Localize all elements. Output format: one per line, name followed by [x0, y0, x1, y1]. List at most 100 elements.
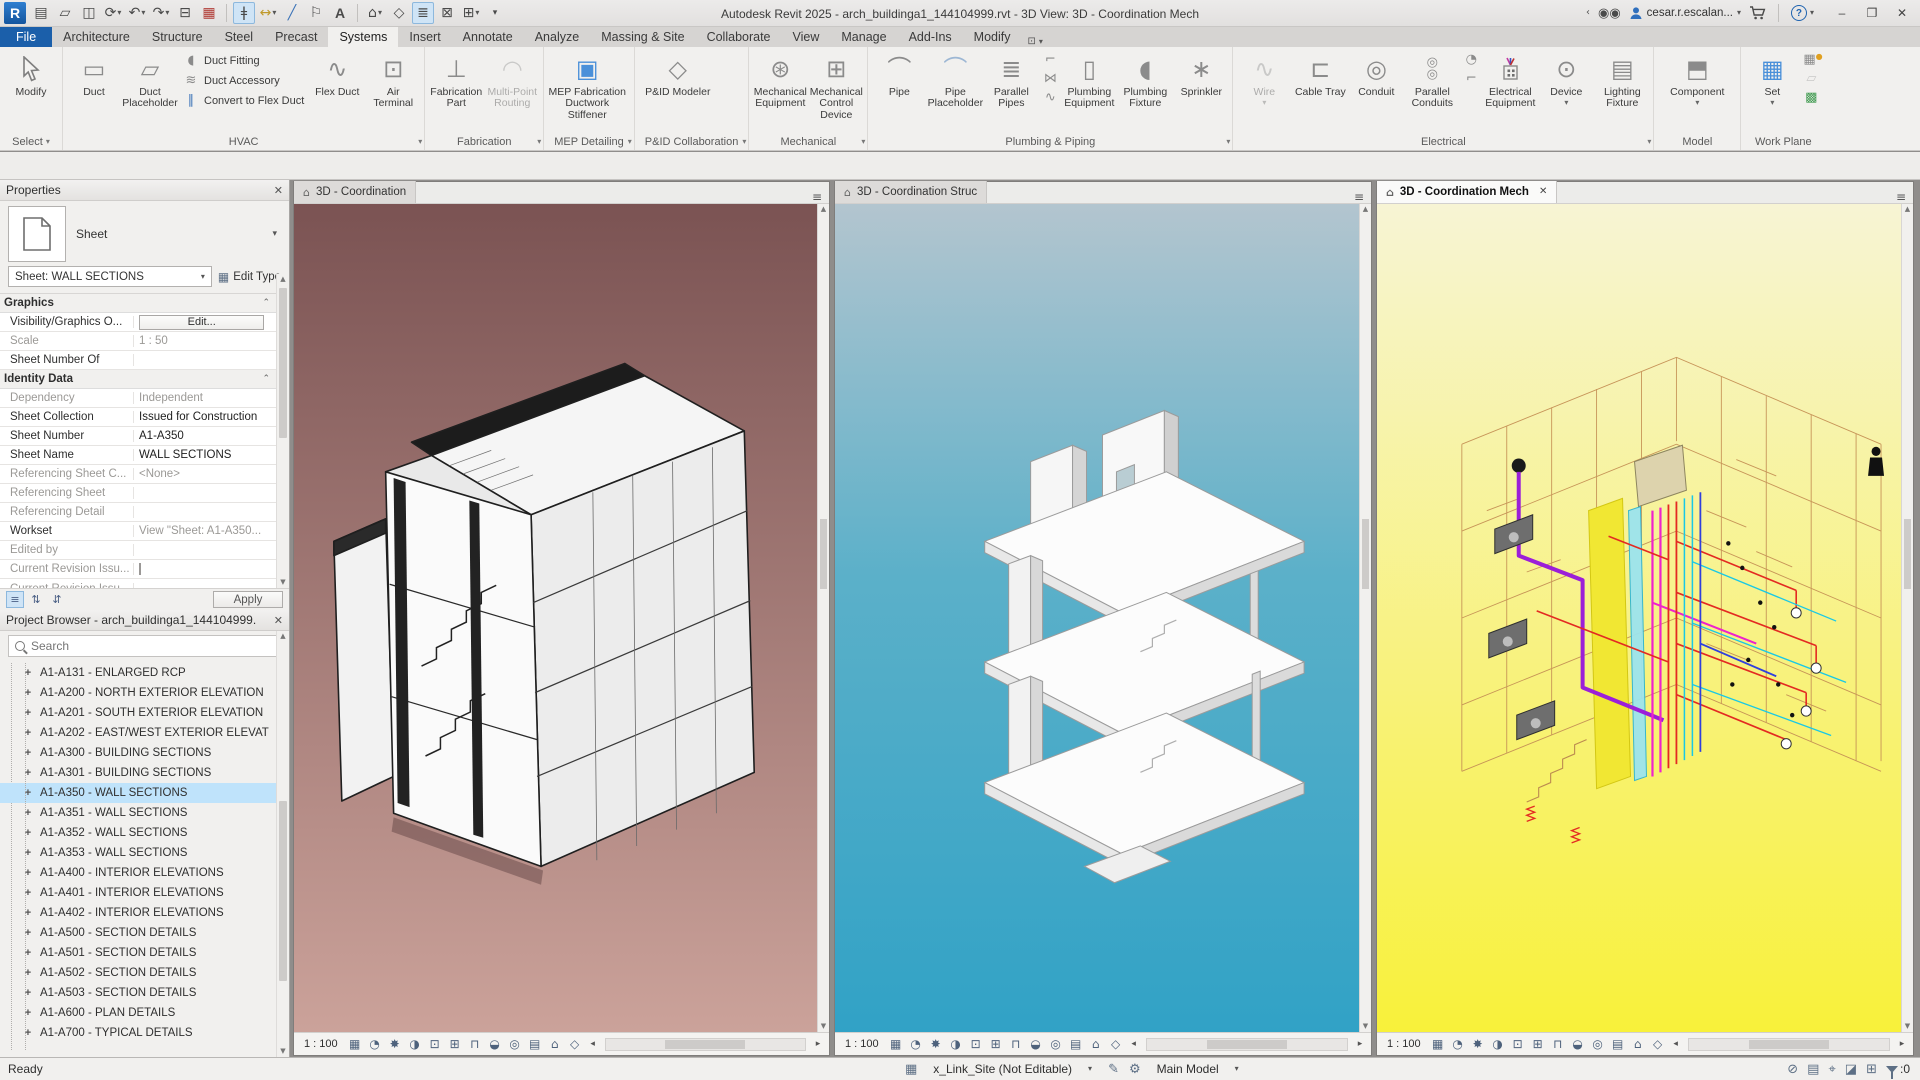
undo-icon[interactable]: ↶ ▾ [126, 2, 148, 24]
panel-label-plumbing[interactable]: Plumbing & Piping ▾ [868, 133, 1232, 150]
restore-button[interactable]: ❐ [1858, 2, 1886, 24]
duct-placeholder-button[interactable]: ▱ Duct Placeholder [122, 50, 177, 133]
temporary-hide-isolate-icon[interactable]: ◒ [486, 1035, 504, 1053]
scroll-right-icon[interactable]: ▸ [811, 1037, 825, 1051]
plumbing-equipment-button[interactable]: ▯ Plumbing Equipment [1062, 50, 1116, 133]
tab-manage[interactable]: Manage [830, 27, 897, 47]
tab-analyze[interactable]: Analyze [524, 27, 590, 47]
redo-icon[interactable]: ↷ ▾ [150, 2, 172, 24]
sheet-item[interactable]: + A1-A201 - SOUTH EXTERIOR ELEVATION [0, 703, 289, 723]
fabrication-part-button[interactable]: ⊥ Fabrication Part [429, 50, 483, 133]
mechanical-equipment-button[interactable]: ⊛ Mechanical Equipment [753, 50, 807, 133]
tab-massing-site[interactable]: Massing & Site [590, 27, 695, 47]
sun-path-icon[interactable]: ✸ [927, 1035, 945, 1053]
property-row[interactable]: Dependency Independent [0, 389, 276, 408]
sun-path-icon[interactable]: ✸ [386, 1035, 404, 1053]
worksets-icon[interactable]: ▦ [905, 1063, 917, 1076]
chevron-down-icon[interactable]: ▾ [1039, 38, 1043, 46]
property-row[interactable]: Edited by [0, 541, 276, 560]
set-work-plane-button[interactable]: ▦ Set ▾ [1745, 50, 1799, 133]
close-inactive-views-icon[interactable]: ▦ [198, 2, 220, 24]
sheet-item[interactable]: + A1-A202 - EAST/WEST EXTERIOR ELEVAT [0, 723, 289, 743]
account-menu[interactable]: cesar.r.escalan... ▾ [1629, 6, 1741, 20]
lock-3d-view-icon[interactable]: ⊓ [1549, 1035, 1567, 1053]
reveal-hidden-elements-icon[interactable]: ◎ [1589, 1035, 1607, 1053]
properties-title-bar[interactable]: Properties ✕ [0, 180, 289, 201]
horizontal-scrollbar[interactable] [604, 1037, 806, 1051]
panel-label-hvac[interactable]: HVAC ▾ [63, 133, 424, 150]
electrical-equipment-button[interactable]: Electrical Equipment [1483, 50, 1537, 133]
temporary-view-properties-icon[interactable]: ▤ [1067, 1035, 1085, 1053]
properties-filter-icon[interactable]: ≡ [6, 591, 24, 608]
property-row[interactable]: Referencing Detail [0, 503, 276, 522]
vg-edit-button[interactable]: Edit... [139, 314, 265, 330]
crop-view-icon[interactable]: ⊡ [426, 1035, 444, 1053]
pipe-fitting-icon[interactable]: ⌐ [1042, 53, 1058, 68]
crop-view-icon[interactable]: ⊡ [1509, 1035, 1527, 1053]
panel-label-pid[interactable]: P&ID Collaboration ▾ [635, 133, 749, 150]
shadows-icon[interactable]: ◑ [406, 1035, 424, 1053]
sync-with-central-icon[interactable]: ⟳ ▾ [102, 2, 124, 24]
open-file-icon[interactable]: ▱ [54, 2, 76, 24]
cable-tray-button[interactable]: ⊏ Cable Tray [1293, 50, 1347, 133]
panel-label-mep-detailing[interactable]: MEP Detailing ▾ [544, 133, 634, 150]
property-row[interactable]: Sheet Collection Issued for Construction [0, 408, 276, 427]
horizontal-scrollbar[interactable] [1145, 1037, 1348, 1051]
tab-file[interactable]: File [0, 27, 53, 47]
tab-modify[interactable]: Modify [963, 27, 1022, 47]
visual-style-icon[interactable]: ◔ [907, 1035, 925, 1053]
sheet-item[interactable]: + A1-A300 - BUILDING SECTIONS [0, 743, 289, 763]
collapse-search-icon[interactable]: ‹ [1586, 8, 1590, 18]
sheet-item[interactable]: + A1-A353 - WALL SECTIONS [0, 843, 289, 863]
pipe-placeholder-button[interactable]: ⌒ Pipe Placeholder [928, 50, 983, 133]
sheet-item[interactable]: + A1-A402 - INTERIOR ELEVATIONS [0, 903, 289, 923]
scroll-left-icon[interactable]: ◂ [586, 1037, 600, 1051]
tab-precast[interactable]: Precast [264, 27, 328, 47]
close-hidden-windows-icon[interactable]: ⊠ [436, 2, 458, 24]
tab-systems[interactable]: Systems [328, 27, 399, 47]
property-row[interactable]: Workset View "Sheet: A1-A350... [0, 522, 276, 541]
sheet-item[interactable]: + A1-A502 - SECTION DETAILS [0, 963, 289, 983]
select-pinned-icon[interactable]: ⌖ [1828, 1063, 1835, 1076]
modify-button[interactable]: Modify [4, 50, 58, 133]
measure-icon[interactable]: ǂ [233, 2, 255, 24]
apply-button[interactable]: Apply [213, 591, 283, 608]
help-menu[interactable]: ? ▾ [1790, 5, 1814, 21]
scroll-left-icon[interactable]: ◂ [1669, 1037, 1683, 1051]
viewport[interactable]: ▲ ▼ [294, 204, 829, 1032]
detail-line-icon[interactable]: ╱ [281, 2, 303, 24]
sort-ascending-icon[interactable]: ⇅ [27, 591, 45, 608]
section-identity-data[interactable]: Identity Data ⌃ [0, 370, 276, 389]
sheet-item[interactable]: + A1-A501 - SECTION DETAILS [0, 943, 289, 963]
current-revision-checkbox[interactable] [139, 563, 141, 575]
device-button[interactable]: ⊙ Device ▾ [1539, 50, 1593, 133]
view-scale[interactable]: 1 : 100 [839, 1038, 885, 1050]
parallel-conduits-button[interactable]: ◎ ◎ Parallel Conduits [1405, 50, 1459, 133]
visual-style-icon[interactable]: ◔ [366, 1035, 384, 1053]
shadows-icon[interactable]: ◑ [1489, 1035, 1507, 1053]
view-scale[interactable]: 1 : 100 [298, 1038, 344, 1050]
active-workset-dropdown[interactable]: x_Link_Site (Not Editable) ▾ [927, 1061, 1098, 1077]
tag-by-category-icon[interactable]: ⚐ [305, 2, 327, 24]
tab-annotate[interactable]: Annotate [452, 27, 524, 47]
design-option-dropdown[interactable]: Main Model ▾ [1151, 1061, 1261, 1077]
select-by-face-icon[interactable]: ◪ [1845, 1063, 1857, 1076]
section-graphics[interactable]: Graphics ⌃ [0, 294, 276, 313]
temporary-view-properties-icon[interactable]: ▤ [1609, 1035, 1627, 1053]
worksharing-display-icon[interactable]: ⌂ [546, 1035, 564, 1053]
properties-scrollbar[interactable]: ▲ ▼ [276, 274, 289, 588]
tab-addins[interactable]: Add-Ins [898, 27, 963, 47]
vertical-scrollbar[interactable]: ▲ ▼ [817, 204, 829, 1032]
store-cart-icon[interactable] [1749, 6, 1766, 20]
detail-level-icon[interactable]: ▦ [1429, 1035, 1447, 1053]
sheet-item[interactable]: + A1-A352 - WALL SECTIONS [0, 823, 289, 843]
convert-to-flex-duct-button[interactable]: ∥ Convert to Flex Duct [183, 92, 305, 109]
sprinkler-button[interactable]: ∗ Sprinkler [1174, 50, 1228, 133]
worksharing-display-icon[interactable]: ⌂ [1087, 1035, 1105, 1053]
view-tab-coordination-mech[interactable]: ⌂ 3D - Coordination Mech ✕ [1377, 181, 1558, 203]
panel-label-work-plane[interactable]: Work Plane [1741, 133, 1825, 150]
visual-style-icon[interactable]: ◔ [1449, 1035, 1467, 1053]
duct-accessory-button[interactable]: ≋ Duct Accessory [183, 72, 304, 89]
component-button[interactable]: ⬒ Component ▾ [1658, 50, 1736, 133]
tab-list-menu-icon[interactable]: ≡ [1889, 191, 1913, 203]
